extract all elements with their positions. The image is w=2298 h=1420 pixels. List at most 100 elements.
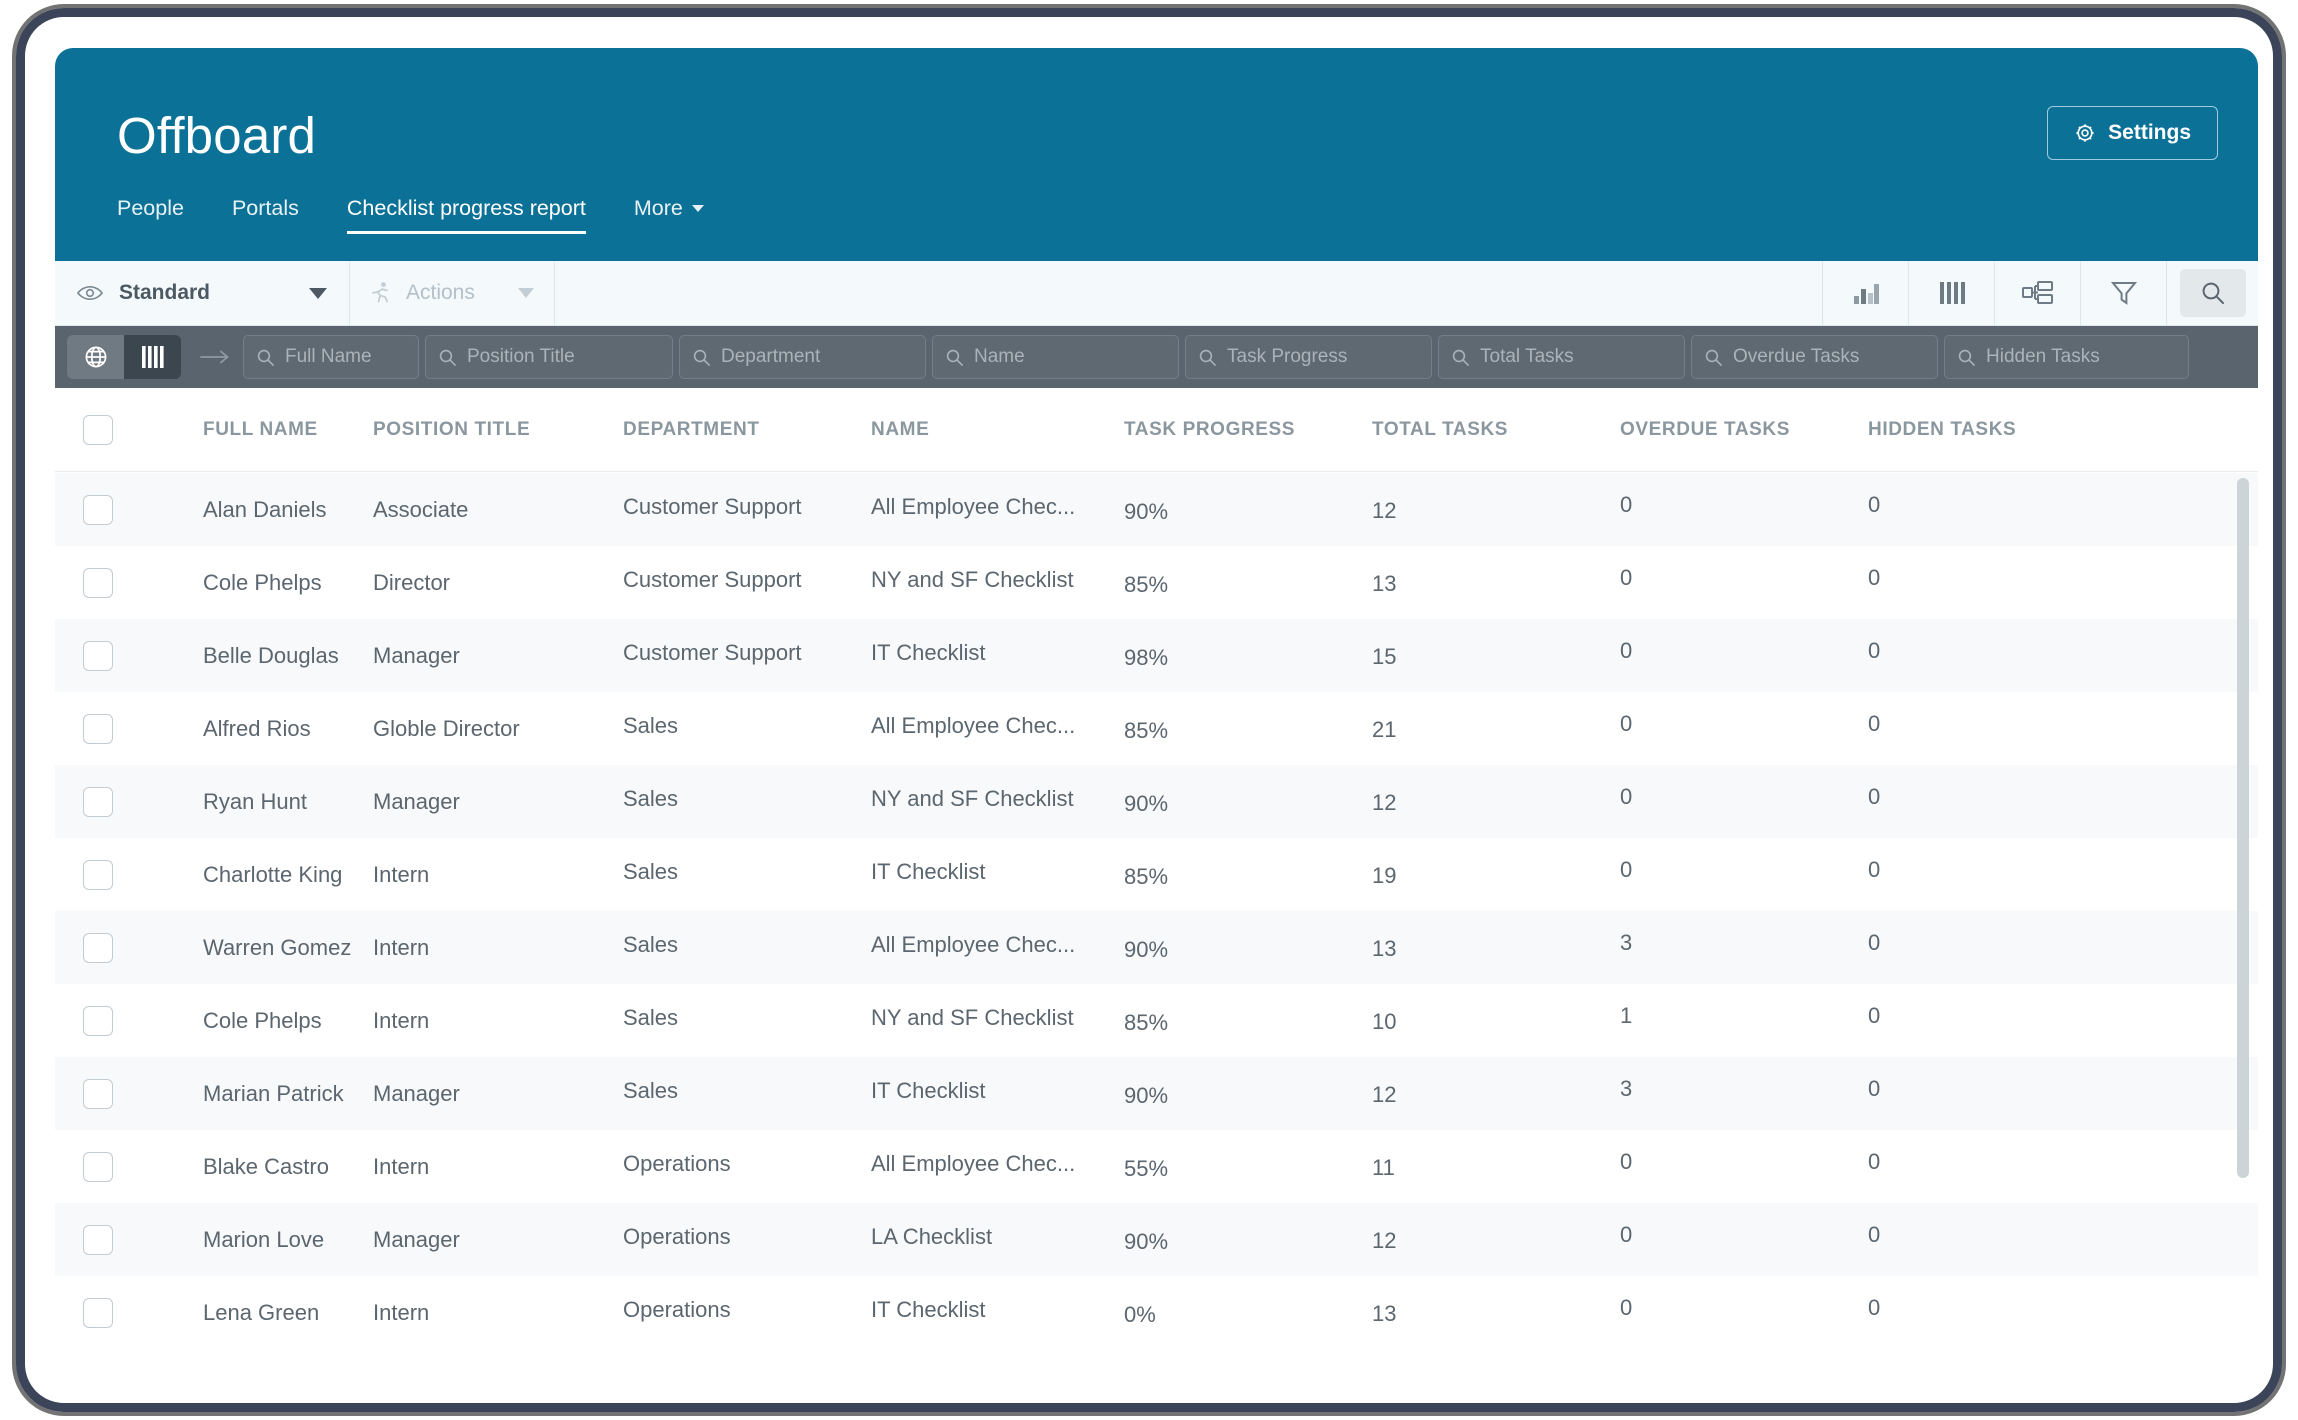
row-select-checkbox[interactable]: [83, 494, 113, 525]
column-header-total-tasks[interactable]: TOTAL TASKS: [1372, 419, 1508, 440]
table-cell-overdue-tasks: 0: [1620, 857, 1868, 888]
nav-item-more[interactable]: More: [634, 196, 704, 231]
cell-value-task-progress: 85%: [1124, 1009, 1169, 1035]
actions-menu[interactable]: Actions: [350, 261, 555, 325]
table-row[interactable]: Lena Green Intern Operations IT Checklist 0%…: [55, 1276, 2258, 1349]
table-cell-full-name: Alan Daniels: [203, 497, 373, 523]
table-cell-name: IT Checklist: [871, 859, 1124, 888]
filter-placeholder: Position Title: [467, 346, 575, 367]
column-header-department[interactable]: DEPARTMENT: [623, 419, 760, 440]
table-row[interactable]: Belle Douglas Manager Customer Support IT C…: [55, 619, 2258, 692]
row-select-checkbox[interactable]: [83, 640, 113, 671]
cell-value-hidden-tasks: 0: [1868, 1002, 1881, 1028]
table-row[interactable]: Marian Patrick Manager Sales IT Checklist 90…: [55, 1057, 2258, 1130]
table-row[interactable]: Alfred Rios Globle Director Sales All Emplo…: [55, 692, 2258, 765]
cell-value-total-tasks: 21: [1372, 716, 1397, 742]
filter-input-position-title[interactable]: Position Title: [425, 335, 673, 379]
table-row[interactable]: Warren Gomez Intern Sales All Employee Chec…: [55, 911, 2258, 984]
cell-value-full-name: Alfred Rios: [203, 715, 311, 741]
table-cell-full-name: Cole Phelps: [203, 1008, 373, 1034]
table-cell-position-title: Manager: [373, 789, 623, 815]
search-toggle-button[interactable]: [2179, 269, 2246, 317]
columns-view-button[interactable]: [124, 335, 181, 379]
view-selector-label: Standard: [119, 281, 211, 304]
row-select-checkbox[interactable]: [83, 1005, 113, 1036]
column-header-name[interactable]: NAME: [871, 419, 929, 440]
device-frame: Offboard People Portals Checklist progre…: [16, 8, 2282, 1412]
table-cell-hidden-tasks: 0: [1868, 784, 2116, 815]
row-select-checkbox[interactable]: [83, 786, 113, 817]
select-all-checkbox[interactable]: [83, 414, 113, 445]
column-header-task-progress[interactable]: TASK PROGRESS: [1124, 419, 1295, 440]
row-select-checkbox[interactable]: [83, 1297, 113, 1328]
cell-value-department: Sales: [623, 1077, 679, 1103]
cell-value-overdue-tasks: 0: [1620, 637, 1633, 663]
view-mode-group: [67, 335, 181, 379]
column-header-overdue-tasks[interactable]: OVERDUE TASKS: [1620, 419, 1790, 440]
table-row[interactable]: Cole Phelps Intern Sales NY and SF Checklis…: [55, 984, 2258, 1057]
filter-input-name[interactable]: Name: [932, 335, 1179, 379]
table-row[interactable]: Charlotte King Intern Sales IT Checklist 85%…: [55, 838, 2258, 911]
table-cell-department: Sales: [623, 1005, 871, 1034]
view-selector[interactable]: Standard: [55, 261, 350, 325]
table-row[interactable]: Alan Daniels Associate Customer Support All…: [55, 473, 2258, 546]
table-region: FULL NAME POSITION TITLE DEPARTMENT NAME…: [55, 388, 2258, 1375]
cell-value-position-title: Manager: [373, 788, 460, 814]
cell-value-position-title: Manager: [373, 642, 460, 668]
filter-icon-button[interactable]: [2080, 261, 2166, 325]
settings-button[interactable]: Settings: [2047, 106, 2218, 160]
group-icon-button[interactable]: [1994, 261, 2080, 325]
row-select-checkbox[interactable]: [83, 932, 113, 963]
table-row[interactable]: Ryan Hunt Manager Sales NY and SF Checklist…: [55, 765, 2258, 838]
table-cell-overdue-tasks: 3: [1620, 930, 1868, 961]
table-cell-task-progress: 85%: [1124, 862, 1372, 889]
row-select-cell: [55, 859, 203, 890]
cell-value-name: All Employee Chec...: [871, 931, 1076, 957]
nav-item-people[interactable]: People: [117, 196, 184, 234]
row-select-cell: [55, 932, 203, 963]
row-select-checkbox[interactable]: [83, 1151, 113, 1182]
filter-bar: Full Name Position Title Department Name: [55, 326, 2258, 388]
filter-input-task-progress[interactable]: Task Progress: [1185, 335, 1432, 379]
columns-icon-button[interactable]: [1908, 261, 1994, 325]
column-header-hidden-tasks[interactable]: HIDDEN TASKS: [1868, 419, 2016, 440]
cell-value-department: Operations: [623, 1223, 731, 1249]
expand-arrow-button[interactable]: [187, 348, 243, 366]
nav-item-portals[interactable]: Portals: [232, 196, 299, 234]
table-cell-department: Operations: [623, 1297, 871, 1326]
globe-icon: [83, 344, 109, 370]
globe-view-button[interactable]: [67, 335, 124, 379]
cell-value-position-title: Associate: [373, 496, 469, 522]
nav-item-checklist-progress-report[interactable]: Checklist progress report: [346, 196, 586, 234]
table-row[interactable]: Blake Castro Intern Operations All Employee…: [55, 1130, 2258, 1203]
app-header: Offboard People Portals Checklist progre…: [55, 48, 2258, 261]
filter-input-full-name[interactable]: Full Name: [243, 335, 419, 379]
row-select-checkbox[interactable]: [83, 713, 113, 744]
column-header-position-title[interactable]: POSITION TITLE: [373, 419, 530, 440]
row-select-checkbox[interactable]: [83, 859, 113, 890]
cell-value-overdue-tasks: 3: [1620, 1075, 1633, 1101]
table-header-row: FULL NAME POSITION TITLE DEPARTMENT NAME…: [55, 388, 2258, 472]
row-select-checkbox[interactable]: [83, 567, 113, 598]
row-select-checkbox[interactable]: [83, 1224, 113, 1255]
filter-input-hidden-tasks[interactable]: Hidden Tasks: [1944, 335, 2189, 379]
filter-placeholder: Full Name: [285, 346, 372, 367]
column-header-full-name[interactable]: FULL NAME: [203, 419, 318, 440]
table-row[interactable]: Marion Love Manager Operations LA Checklist…: [55, 1203, 2258, 1276]
cell-value-total-tasks: 19: [1372, 862, 1397, 888]
search-icon: [1957, 348, 1976, 367]
table-cell-overdue-tasks: 0: [1620, 711, 1868, 742]
row-select-checkbox[interactable]: [83, 1078, 113, 1109]
chart-bar-icon-button[interactable]: [1822, 261, 1908, 325]
table-cell-task-progress: 90%: [1124, 1227, 1372, 1254]
vertical-scrollbar-thumb[interactable]: [2237, 478, 2249, 1178]
table-body: Alan Daniels Associate Customer Support All…: [55, 473, 2258, 1375]
vertical-scrollbar[interactable]: [2235, 474, 2251, 1375]
filter-input-department[interactable]: Department: [679, 335, 926, 379]
filter-input-overdue-tasks[interactable]: Overdue Tasks: [1691, 335, 1938, 379]
filter-input-total-tasks[interactable]: Total Tasks: [1438, 335, 1685, 379]
table-cell-hidden-tasks: 0: [1868, 1076, 2116, 1107]
table-row[interactable]: Cole Phelps Director Customer Support NY an…: [55, 546, 2258, 619]
table-cell-department: Customer Support: [623, 494, 871, 523]
